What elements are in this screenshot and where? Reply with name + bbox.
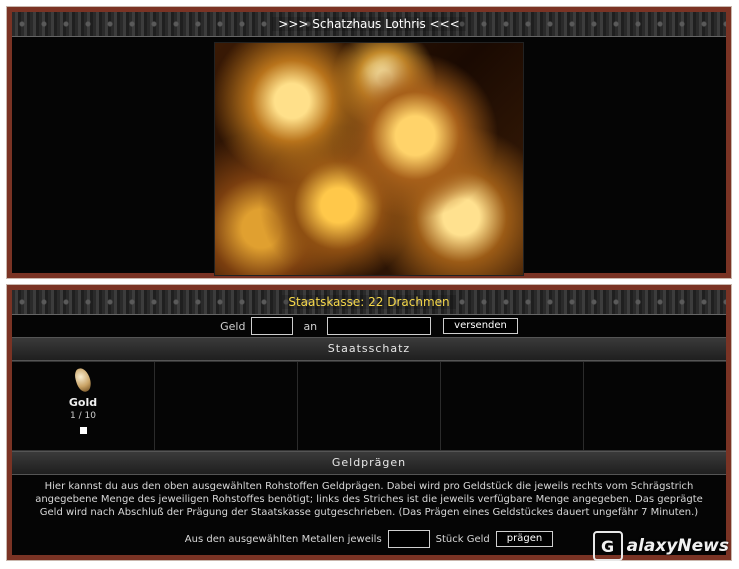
resource-cell-empty — [298, 362, 441, 450]
treasury-header: >>> Schatzhaus Lothris <<< — [12, 12, 726, 37]
resource-cell-empty — [441, 362, 584, 450]
resource-cell-empty — [155, 362, 298, 450]
gold-nugget-icon — [73, 366, 93, 394]
money-amount-input[interactable] — [251, 317, 294, 335]
resource-select-checkbox[interactable] — [79, 427, 87, 434]
minting-header: Geldprägen — [12, 451, 726, 475]
treasure-image — [214, 42, 524, 276]
mint-prefix-label: Aus den ausgewählten Metallen jeweils — [184, 533, 382, 545]
transfer-form: Geld an versenden — [12, 315, 726, 337]
treasure-header-label: Staatsschatz — [327, 342, 411, 355]
send-button[interactable]: versenden — [443, 318, 518, 334]
watermark-text: alaxyNews — [626, 536, 729, 556]
mint-button[interactable]: prägen — [495, 531, 554, 547]
balance-title: Staatskasse: 22 Drachmen — [282, 295, 456, 309]
resource-count: 1 / 10 — [70, 411, 96, 421]
state-treasury-panel: Staatskasse: 22 Drachmen Geld an versend… — [6, 284, 732, 561]
resource-cell-empty — [584, 362, 726, 450]
balance-header: Staatskasse: 22 Drachmen — [12, 290, 726, 315]
resource-grid: Gold 1 / 10 — [12, 361, 726, 451]
mint-suffix-label: Stück Geld — [435, 533, 490, 545]
minting-description: Hier kannst du aus den oben ausgewählten… — [35, 481, 703, 518]
watermark: G alaxyNews — [592, 531, 729, 561]
recipient-label: an — [303, 319, 318, 333]
resource-cell-gold: Gold 1 / 10 — [12, 362, 155, 450]
minting-header-label: Geldprägen — [331, 456, 407, 469]
mint-amount-input[interactable] — [387, 530, 430, 548]
watermark-logo-icon: G — [592, 531, 623, 561]
state-treasury-inner: Staatskasse: 22 Drachmen Geld an versend… — [12, 290, 726, 555]
money-label: Geld — [220, 319, 246, 333]
resource-name: Gold — [68, 396, 98, 409]
recipient-input[interactable] — [327, 317, 432, 335]
treasury-panel: >>> Schatzhaus Lothris <<< — [6, 6, 732, 279]
treasure-header: Staatsschatz — [12, 337, 726, 361]
treasury-panel-inner: >>> Schatzhaus Lothris <<< — [12, 12, 726, 276]
treasury-title: >>> Schatzhaus Lothris <<< — [272, 17, 466, 31]
